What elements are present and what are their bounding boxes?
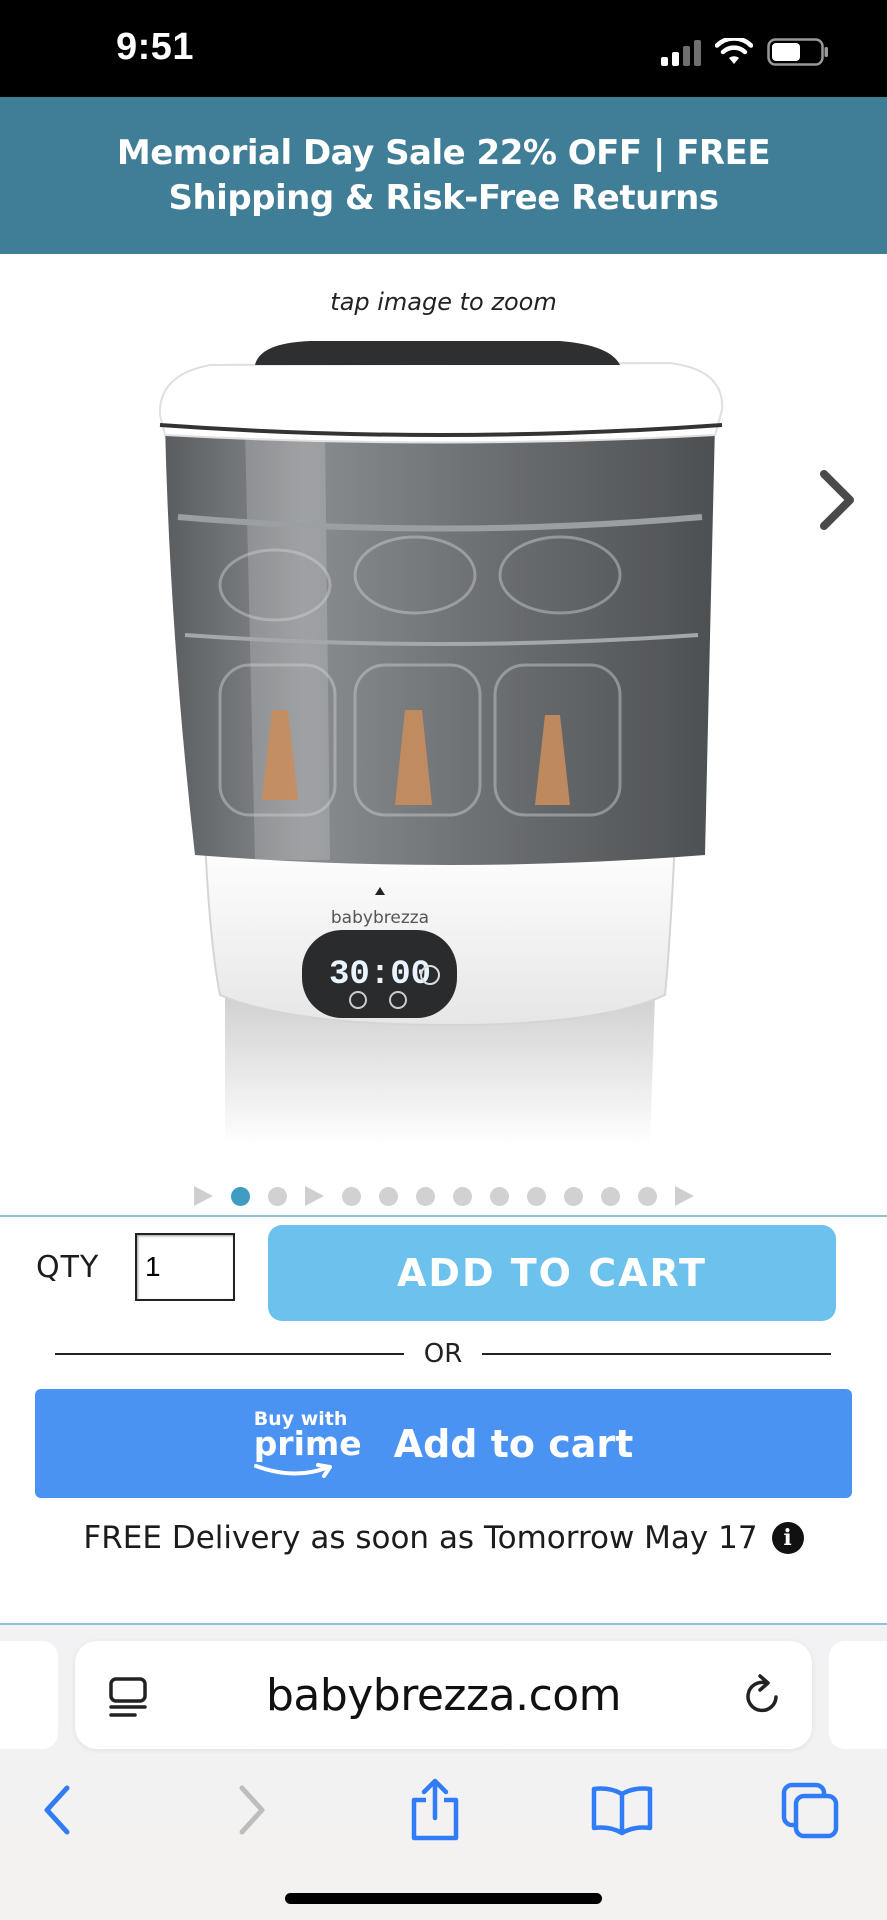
url-text: babybrezza.com: [265, 1669, 622, 1721]
bookmarks-icon: [591, 1786, 653, 1836]
carousel-dot[interactable]: [637, 1186, 657, 1206]
qty-input[interactable]: [135, 1233, 235, 1301]
bookmarks-button[interactable]: [587, 1775, 657, 1845]
qty-label: QTY: [36, 1250, 100, 1285]
status-icons: [661, 38, 829, 66]
image-carousel-nav: [0, 1180, 887, 1212]
tabs-button[interactable]: [775, 1775, 845, 1845]
or-text: OR: [423, 1339, 463, 1369]
carousel-dot[interactable]: [341, 1186, 361, 1206]
share-icon: [411, 1778, 459, 1841]
carousel-dot[interactable]: [267, 1186, 287, 1206]
reader-icon[interactable]: [107, 1675, 149, 1719]
carousel-dot[interactable]: [378, 1186, 398, 1206]
carousel-dot[interactable]: [563, 1186, 583, 1206]
promo-text: Memorial Day Sale 22% OFF | FREE Shippin…: [116, 132, 771, 218]
display-readout: 30:00: [329, 956, 431, 994]
carousel-play-icon[interactable]: [193, 1186, 213, 1206]
section-divider: [0, 1215, 887, 1217]
carousel-dot[interactable]: [452, 1186, 472, 1206]
product-image[interactable]: 30:00 babybrezza: [150, 335, 730, 1150]
carousel-dot[interactable]: [526, 1186, 546, 1206]
back-icon: [44, 1785, 70, 1835]
or-separator: OR: [55, 1336, 831, 1372]
forward-button[interactable]: [217, 1775, 287, 1845]
tabs-icon: [781, 1782, 839, 1839]
zoom-hint: tap image to zoom: [330, 288, 557, 316]
prime-smile-icon: [253, 1462, 332, 1478]
carousel-dot[interactable]: [489, 1186, 509, 1206]
status-bar: 9:51: [0, 0, 887, 97]
previous-tab-preview[interactable]: [0, 1641, 58, 1749]
carousel-play-icon[interactable]: [304, 1186, 324, 1206]
info-icon[interactable]: i: [771, 1522, 804, 1554]
or-line-right: [482, 1353, 831, 1355]
carousel-dot[interactable]: [600, 1186, 620, 1206]
device-brand: babybrezza: [331, 908, 429, 928]
add-to-cart-button[interactable]: ADD TO CART: [268, 1225, 836, 1321]
status-time: 9:51: [116, 26, 195, 68]
wifi-icon: [715, 38, 753, 64]
home-indicator[interactable]: [285, 1893, 602, 1904]
address-bar[interactable]: babybrezza.com: [75, 1641, 812, 1749]
or-line-left: [55, 1353, 404, 1355]
forward-icon: [239, 1785, 265, 1835]
carousel-dot[interactable]: [415, 1186, 435, 1206]
delivery-info: FREE Delivery as soon as Tomorrow May 17…: [0, 1520, 887, 1556]
carousel-dot[interactable]: [230, 1186, 250, 1206]
prime-add-to-cart-label: Add to cart: [393, 1421, 634, 1466]
reload-icon[interactable]: [740, 1671, 786, 1719]
browser-toolbar: [0, 1775, 887, 1875]
prime-word: prime: [253, 1423, 362, 1463]
next-image-arrow-icon[interactable]: [816, 468, 860, 532]
share-button[interactable]: [400, 1775, 470, 1845]
cellular-signal-icon: [661, 40, 701, 66]
prime-logo: Buy with prime: [253, 1409, 362, 1478]
delivery-text: FREE Delivery as soon as Tomorrow May 17: [83, 1520, 758, 1556]
promo-banner[interactable]: Memorial Day Sale 22% OFF | FREE Shippin…: [0, 97, 887, 254]
next-tab-preview[interactable]: [829, 1641, 887, 1749]
battery-icon: [767, 38, 828, 66]
back-button[interactable]: [22, 1775, 92, 1845]
buy-with-prime-button[interactable]: Buy with prime Add to cart: [35, 1389, 852, 1498]
carousel-play-icon[interactable]: [674, 1186, 694, 1206]
browser-chrome: babybrezza.com: [0, 1625, 887, 1920]
